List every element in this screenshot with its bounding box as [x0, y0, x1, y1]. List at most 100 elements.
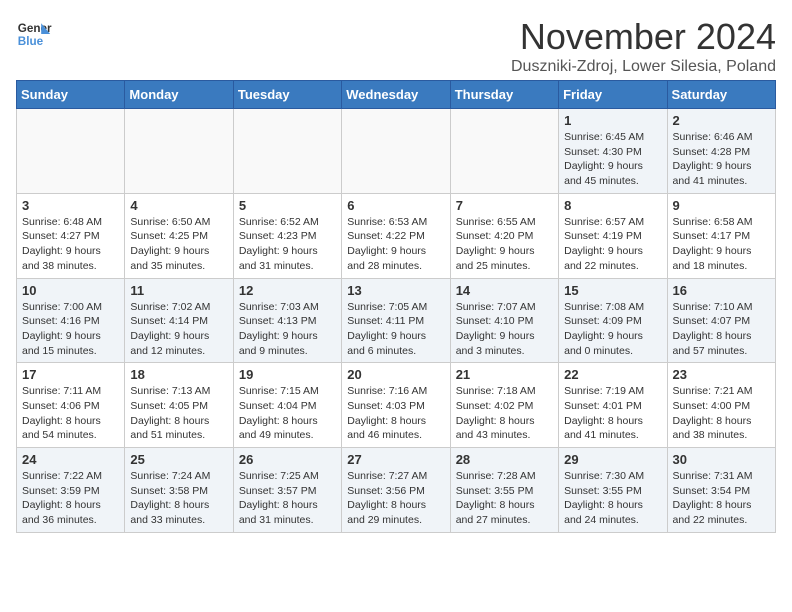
day-info: Sunrise: 7:07 AM Sunset: 4:10 PM Dayligh… [456, 300, 553, 359]
day-info: Sunrise: 6:53 AM Sunset: 4:22 PM Dayligh… [347, 215, 444, 274]
calendar-week-row: 24 Sunrise: 7:22 AM Sunset: 3:59 PM Dayli… [17, 448, 776, 533]
calendar-cell: 12 Sunrise: 7:03 AM Sunset: 4:13 PM Dayli… [233, 278, 341, 363]
logo-icon: General Blue [16, 16, 52, 52]
day-info: Sunrise: 6:55 AM Sunset: 4:20 PM Dayligh… [456, 215, 553, 274]
calendar-cell: 18Sunrise: 7:13 AM Sunset: 4:05 PM Dayli… [125, 363, 233, 448]
calendar-cell [233, 109, 341, 194]
day-number: 18 [130, 367, 227, 382]
day-number: 10 [22, 283, 119, 298]
calendar-cell: 27 Sunrise: 7:27 AM Sunset: 3:56 PM Dayli… [342, 448, 450, 533]
day-info: Sunrise: 7:27 AM Sunset: 3:56 PM Dayligh… [347, 469, 444, 528]
header: General Blue November 2024 Duszniki-Zdro… [16, 16, 776, 76]
calendar-cell: 5 Sunrise: 6:52 AM Sunset: 4:23 PM Daylig… [233, 193, 341, 278]
weekday-header-tuesday: Tuesday [233, 81, 341, 109]
calendar-cell [450, 109, 558, 194]
calendar-table: SundayMondayTuesdayWednesdayThursdayFrid… [16, 80, 776, 533]
calendar-cell: 9 Sunrise: 6:58 AM Sunset: 4:17 PM Daylig… [667, 193, 775, 278]
day-info: Sunrise: 7:05 AM Sunset: 4:11 PM Dayligh… [347, 300, 444, 359]
calendar-cell: 21 Sunrise: 7:18 AM Sunset: 4:02 PM Dayli… [450, 363, 558, 448]
day-info: Sunrise: 7:03 AM Sunset: 4:13 PM Dayligh… [239, 300, 336, 359]
day-number: 27 [347, 452, 444, 467]
day-info: Sunrise: 7:21 AM Sunset: 4:00 PM Dayligh… [673, 384, 770, 443]
calendar-cell: 2 Sunrise: 6:46 AM Sunset: 4:28 PM Daylig… [667, 109, 775, 194]
calendar-cell [17, 109, 125, 194]
calendar-cell: 17Sunrise: 7:11 AM Sunset: 4:06 PM Dayli… [17, 363, 125, 448]
day-info: Sunrise: 7:10 AM Sunset: 4:07 PM Dayligh… [673, 300, 770, 359]
calendar-cell: 22 Sunrise: 7:19 AM Sunset: 4:01 PM Dayli… [559, 363, 667, 448]
day-info: Sunrise: 7:02 AM Sunset: 4:14 PM Dayligh… [130, 300, 227, 359]
day-info: Sunrise: 7:22 AM Sunset: 3:59 PM Dayligh… [22, 469, 119, 528]
calendar-cell [125, 109, 233, 194]
day-number: 5 [239, 198, 336, 213]
day-info: Sunrise: 7:15 AM Sunset: 4:04 PM Dayligh… [239, 384, 336, 443]
day-number: 29 [564, 452, 661, 467]
calendar-cell: 10 Sunrise: 7:00 AM Sunset: 4:16 PM Dayli… [17, 278, 125, 363]
day-number: 17 [22, 367, 119, 382]
day-number: 20 [347, 367, 444, 382]
day-number: 21 [456, 367, 553, 382]
calendar-cell: 11 Sunrise: 7:02 AM Sunset: 4:14 PM Dayli… [125, 278, 233, 363]
weekday-header-row: SundayMondayTuesdayWednesdayThursdayFrid… [17, 81, 776, 109]
calendar-cell: 1Sunrise: 6:45 AM Sunset: 4:30 PM Daylig… [559, 109, 667, 194]
day-number: 22 [564, 367, 661, 382]
calendar-cell: 25Sunrise: 7:24 AM Sunset: 3:58 PM Dayli… [125, 448, 233, 533]
calendar-cell: 15Sunrise: 7:08 AM Sunset: 4:09 PM Dayli… [559, 278, 667, 363]
calendar-week-row: 1Sunrise: 6:45 AM Sunset: 4:30 PM Daylig… [17, 109, 776, 194]
day-info: Sunrise: 6:46 AM Sunset: 4:28 PM Dayligh… [673, 130, 770, 189]
day-number: 14 [456, 283, 553, 298]
weekday-header-monday: Monday [125, 81, 233, 109]
calendar-cell: 30Sunrise: 7:31 AM Sunset: 3:54 PM Dayli… [667, 448, 775, 533]
day-info: Sunrise: 6:45 AM Sunset: 4:30 PM Dayligh… [564, 130, 661, 189]
day-info: Sunrise: 7:00 AM Sunset: 4:16 PM Dayligh… [22, 300, 119, 359]
day-info: Sunrise: 7:08 AM Sunset: 4:09 PM Dayligh… [564, 300, 661, 359]
calendar-cell: 7 Sunrise: 6:55 AM Sunset: 4:20 PM Daylig… [450, 193, 558, 278]
day-info: Sunrise: 7:28 AM Sunset: 3:55 PM Dayligh… [456, 469, 553, 528]
calendar-cell: 26Sunrise: 7:25 AM Sunset: 3:57 PM Dayli… [233, 448, 341, 533]
weekday-header-thursday: Thursday [450, 81, 558, 109]
calendar-cell: 19 Sunrise: 7:15 AM Sunset: 4:04 PM Dayli… [233, 363, 341, 448]
day-info: Sunrise: 7:18 AM Sunset: 4:02 PM Dayligh… [456, 384, 553, 443]
day-number: 23 [673, 367, 770, 382]
month-title: November 2024 [511, 16, 776, 58]
title-area: November 2024 Duszniki-Zdroj, Lower Sile… [511, 16, 776, 76]
calendar-cell: 16 Sunrise: 7:10 AM Sunset: 4:07 PM Dayli… [667, 278, 775, 363]
calendar-week-row: 10 Sunrise: 7:00 AM Sunset: 4:16 PM Dayli… [17, 278, 776, 363]
calendar-cell: 3Sunrise: 6:48 AM Sunset: 4:27 PM Daylig… [17, 193, 125, 278]
calendar-cell: 13 Sunrise: 7:05 AM Sunset: 4:11 PM Dayli… [342, 278, 450, 363]
day-number: 16 [673, 283, 770, 298]
calendar-cell: 23 Sunrise: 7:21 AM Sunset: 4:00 PM Dayli… [667, 363, 775, 448]
calendar-week-row: 17Sunrise: 7:11 AM Sunset: 4:06 PM Dayli… [17, 363, 776, 448]
day-info: Sunrise: 7:25 AM Sunset: 3:57 PM Dayligh… [239, 469, 336, 528]
calendar-cell: 29 Sunrise: 7:30 AM Sunset: 3:55 PM Dayli… [559, 448, 667, 533]
calendar-cell: 24 Sunrise: 7:22 AM Sunset: 3:59 PM Dayli… [17, 448, 125, 533]
day-info: Sunrise: 7:24 AM Sunset: 3:58 PM Dayligh… [130, 469, 227, 528]
day-number: 13 [347, 283, 444, 298]
svg-text:Blue: Blue [18, 35, 44, 48]
day-info: Sunrise: 7:19 AM Sunset: 4:01 PM Dayligh… [564, 384, 661, 443]
day-number: 2 [673, 113, 770, 128]
calendar-cell: 28 Sunrise: 7:28 AM Sunset: 3:55 PM Dayli… [450, 448, 558, 533]
day-number: 4 [130, 198, 227, 213]
day-info: Sunrise: 6:52 AM Sunset: 4:23 PM Dayligh… [239, 215, 336, 274]
calendar-cell: 20 Sunrise: 7:16 AM Sunset: 4:03 PM Dayli… [342, 363, 450, 448]
day-number: 12 [239, 283, 336, 298]
day-number: 9 [673, 198, 770, 213]
day-number: 7 [456, 198, 553, 213]
day-info: Sunrise: 6:50 AM Sunset: 4:25 PM Dayligh… [130, 215, 227, 274]
weekday-header-wednesday: Wednesday [342, 81, 450, 109]
day-info: Sunrise: 7:30 AM Sunset: 3:55 PM Dayligh… [564, 469, 661, 528]
day-number: 24 [22, 452, 119, 467]
weekday-header-saturday: Saturday [667, 81, 775, 109]
day-number: 8 [564, 198, 661, 213]
day-number: 3 [22, 198, 119, 213]
calendar-cell [342, 109, 450, 194]
calendar-cell: 4 Sunrise: 6:50 AM Sunset: 4:25 PM Daylig… [125, 193, 233, 278]
day-info: Sunrise: 7:16 AM Sunset: 4:03 PM Dayligh… [347, 384, 444, 443]
calendar-cell: 6Sunrise: 6:53 AM Sunset: 4:22 PM Daylig… [342, 193, 450, 278]
day-number: 28 [456, 452, 553, 467]
day-number: 30 [673, 452, 770, 467]
day-number: 11 [130, 283, 227, 298]
weekday-header-friday: Friday [559, 81, 667, 109]
day-number: 19 [239, 367, 336, 382]
day-info: Sunrise: 6:58 AM Sunset: 4:17 PM Dayligh… [673, 215, 770, 274]
